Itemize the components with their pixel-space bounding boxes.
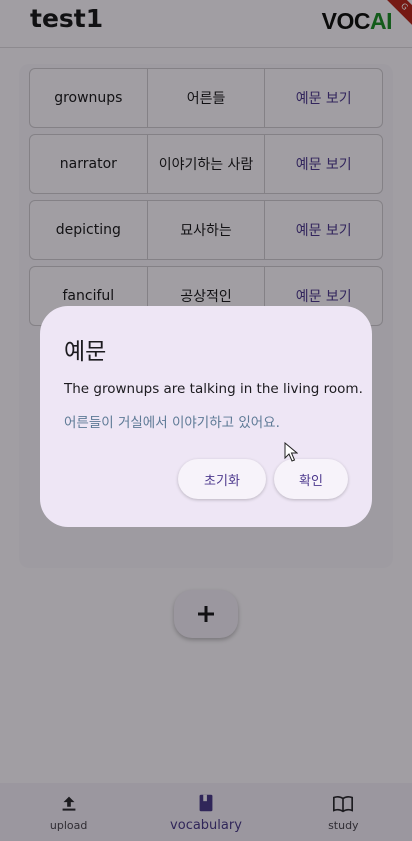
- example-translation: 어른들이 거실에서 이야기하고 있어요.: [64, 415, 280, 431]
- reset-button[interactable]: 초기화: [178, 459, 266, 499]
- confirm-button[interactable]: 확인: [274, 459, 348, 499]
- example-dialog: 예문 The grownups are talking in the livin…: [40, 306, 372, 527]
- mouse-cursor-icon: [284, 442, 298, 462]
- example-sentence: The grownups are talking in the living r…: [64, 381, 363, 397]
- dialog-title: 예문: [64, 339, 107, 365]
